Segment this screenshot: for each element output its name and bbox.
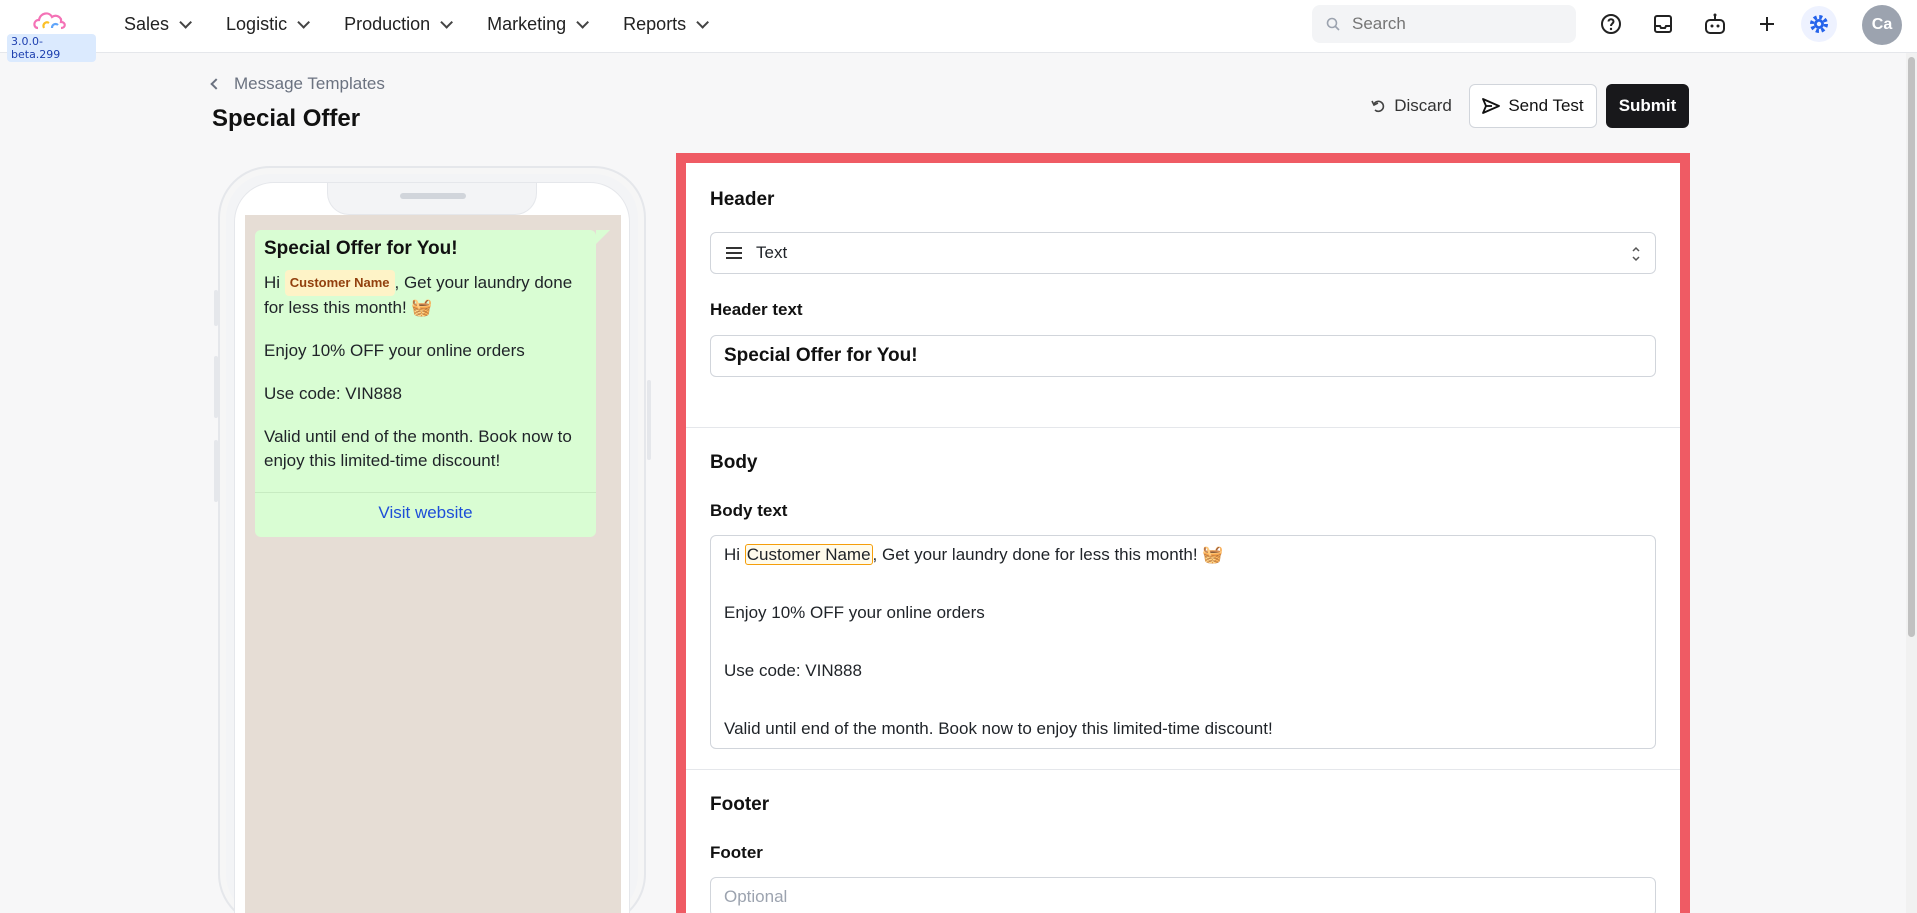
inbox-button[interactable] — [1649, 10, 1677, 38]
footer-input[interactable]: Optional — [710, 877, 1656, 913]
body-line-2: Enjoy 10% OFF your online orders — [724, 603, 985, 622]
chevron-updown-icon — [1632, 246, 1640, 262]
plus-icon — [1760, 17, 1774, 31]
chevron-down-icon — [297, 15, 311, 29]
add-button[interactable] — [1753, 10, 1781, 38]
chevron-down-icon — [576, 15, 590, 29]
submit-button[interactable]: Submit — [1606, 84, 1689, 128]
send-test-button[interactable]: Send Test — [1469, 84, 1597, 128]
body-line-1-text: , Get your laundry done for less this mo… — [872, 545, 1224, 564]
nav-sales-label: Sales — [124, 13, 170, 34]
visit-website-link[interactable]: Visit website — [255, 492, 596, 537]
phone-notch — [327, 183, 537, 215]
header-text-label: Header text — [710, 300, 803, 319]
body-greeting: Hi — [724, 545, 745, 564]
nav-logistic-label: Logistic — [226, 13, 288, 34]
bot-button[interactable] — [1701, 10, 1729, 38]
version-badge: 3.0.0-beta.299 — [7, 34, 96, 62]
search-icon — [1326, 17, 1340, 31]
scrollbar-thumb[interactable] — [1908, 57, 1915, 637]
preview-header: Special Offer for You! — [264, 238, 458, 259]
body-text-input[interactable]: Hi Customer Name, Get your laundry done … — [710, 535, 1656, 749]
settings-button[interactable] — [1801, 6, 1837, 42]
body-line-3: Use code: VIN888 — [724, 661, 862, 680]
preview-line-4: Valid until end of the month. Book now t… — [264, 427, 572, 470]
body-line-4: Valid until end of the month. Book now t… — [724, 719, 1273, 738]
message-bubble: Special Offer for You! Hi Customer Name,… — [255, 230, 610, 537]
chevron-down-icon — [179, 15, 193, 29]
main-nav: Sales Logistic Production Marketing Repo… — [124, 0, 743, 48]
page-scrollbar[interactable] — [1906, 53, 1917, 913]
nav-production[interactable]: Production — [344, 13, 454, 35]
nav-marketing-label: Marketing — [487, 13, 567, 34]
chevron-down-icon — [440, 15, 454, 29]
template-form: Header Text Header text Special Offer fo… — [676, 153, 1690, 913]
body-section: Body Body text Hi Customer Name, Get you… — [686, 428, 1680, 769]
send-test-label: Send Test — [1508, 96, 1584, 115]
body-blank-line — [724, 689, 1642, 718]
nav-logistic[interactable]: Logistic — [226, 13, 311, 35]
send-icon — [1482, 98, 1501, 114]
header-type-select[interactable]: Text — [710, 232, 1656, 274]
preview-line-2: Enjoy 10% OFF your online orders — [264, 341, 525, 360]
nav-reports[interactable]: Reports — [623, 13, 710, 35]
discard-button[interactable]: Discard — [1352, 84, 1470, 128]
footer-section-title: Footer — [710, 794, 770, 815]
user-avatar[interactable]: Ca — [1862, 5, 1902, 45]
header-section: Header Text Header text Special Offer fo… — [686, 163, 1680, 427]
cloud-logo-icon — [33, 12, 66, 30]
nav-reports-label: Reports — [623, 13, 687, 34]
inbox-icon — [1654, 15, 1672, 33]
help-button[interactable] — [1597, 10, 1625, 38]
chevron-down-icon — [696, 15, 710, 29]
robot-icon — [1705, 13, 1725, 34]
page-title: Special Offer — [212, 105, 361, 132]
nav-marketing[interactable]: Marketing — [487, 13, 590, 35]
preview-line-3: Use code: VIN888 — [264, 384, 402, 403]
preview-line-1: Hi Customer Name, Get your laundry done … — [264, 270, 587, 320]
preview-greeting: Hi — [264, 273, 281, 292]
nav-sales[interactable]: Sales — [124, 13, 193, 35]
phone-side-button — [214, 356, 218, 418]
chevron-left-icon — [210, 78, 222, 90]
variable-chip: Customer Name — [284, 270, 395, 296]
footer-section: Footer Footer Optional — [686, 770, 1680, 913]
footer-label: Footer — [710, 843, 763, 862]
app-logo[interactable]: 3.0.0-beta.299 — [6, 6, 96, 62]
breadcrumb-back[interactable]: Message Templates — [210, 74, 385, 94]
gear-icon — [1810, 15, 1828, 33]
top-navbar: 3.0.0-beta.299 Sales Logistic Production… — [0, 0, 1917, 62]
discard-label: Discard — [1394, 96, 1452, 115]
body-blank-line — [724, 573, 1642, 602]
variable-chip[interactable]: Customer Name — [744, 544, 873, 565]
body-blank-line — [724, 631, 1642, 660]
phone-side-button — [214, 290, 218, 326]
header-text-input[interactable]: Special Offer for You! — [710, 335, 1656, 377]
body-line-1: Hi Customer Name, Get your laundry done … — [724, 544, 1642, 573]
header-section-title: Header — [710, 189, 775, 210]
breadcrumb-label: Message Templates — [234, 74, 385, 93]
nav-production-label: Production — [344, 13, 431, 34]
search-box[interactable] — [1312, 5, 1576, 43]
text-format-icon — [726, 247, 742, 259]
phone-side-button — [214, 440, 218, 502]
help-icon — [1601, 14, 1621, 34]
undo-icon — [1371, 100, 1385, 113]
body-section-title: Body — [710, 452, 758, 473]
body-text-label: Body text — [710, 501, 788, 520]
search-input[interactable] — [1352, 14, 1552, 34]
speaker-bar — [400, 193, 466, 199]
phone-side-button — [647, 380, 651, 460]
bubble-tail — [596, 230, 610, 244]
header-type-value: Text — [756, 243, 788, 262]
